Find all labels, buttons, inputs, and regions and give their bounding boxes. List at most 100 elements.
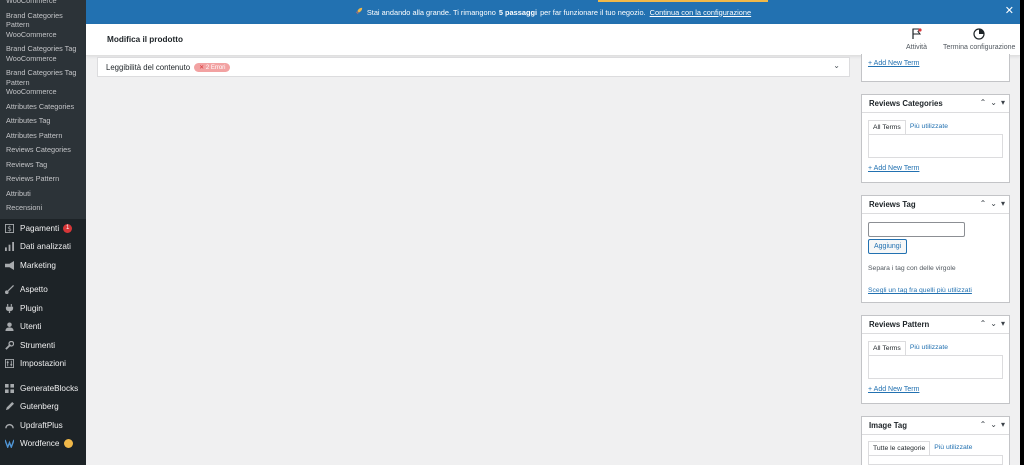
menu-item-utenti[interactable]: Utenti: [0, 318, 86, 337]
meta-box-previous: + Add New Term: [861, 54, 1010, 82]
meta-box-controls: ⌃ ⌄ ▾: [980, 319, 1005, 328]
submenu-item-woocommerce[interactable]: WooCommerce: [0, 0, 86, 8]
continue-setup-link[interactable]: Continua con la configurazione: [650, 8, 751, 17]
menu-item-dati-analizzati[interactable]: Dati analizzati: [0, 238, 86, 257]
finish-setup-button[interactable]: Termina configurazione: [943, 28, 1015, 51]
menu-label-dati-analizzati: Dati analizzati: [20, 242, 71, 252]
terms-checklist: [868, 134, 1003, 158]
wordfence-icon: [5, 439, 14, 449]
menu-label-utenti: Utenti: [20, 322, 42, 332]
page-title: Modifica il prodotto: [107, 35, 183, 44]
menu-item-impostazioni[interactable]: Impostazioni: [0, 355, 86, 374]
notice-text-prefix: Stai andando alla grande. Ti rimangono: [366, 7, 496, 17]
meta-box-reviews-tag: Reviews Tag ⌃ ⌄ ▾ Aggiungi Separa i tag co…: [861, 195, 1010, 303]
chevron-down-icon[interactable]: ⌄: [990, 319, 997, 328]
activity-button[interactable]: Attività: [906, 28, 927, 51]
updraft-icon: [5, 421, 14, 430]
chevron-down-icon[interactable]: ⌄: [990, 199, 997, 208]
caret-down-icon[interactable]: ▾: [1001, 98, 1005, 107]
add-new-term-link[interactable]: + Add New Term: [868, 165, 919, 172]
menu-label-marketing: Marketing: [20, 260, 56, 270]
submenu-item-brand-categories-tag-pattern[interactable]: Brand Categories Tag Pattern WooCommerce: [0, 66, 86, 100]
menu-label-gutenberg: Gutenberg: [20, 402, 59, 412]
menu-label-generateblocks: GenerateBlocks: [20, 383, 79, 393]
meta-box-reviews-categories: Reviews Categories ⌃ ⌄ ▾ All Terms Più uti…: [861, 94, 1010, 183]
tab-most-used[interactable]: Più utilizzate: [905, 120, 952, 134]
menu-item-aspetto[interactable]: Aspetto: [0, 281, 86, 300]
menu-item-gutenberg[interactable]: Gutenberg: [0, 398, 86, 417]
setup-notice-bar: Stai andando alla grande. Ti rimangono 5…: [86, 0, 1020, 24]
menu-item-marketing[interactable]: Marketing: [0, 256, 86, 275]
svg-text:$: $: [7, 224, 12, 233]
terms-checklist: [868, 355, 1003, 379]
chevron-up-icon[interactable]: ⌃: [980, 98, 987, 107]
flag-icon: [911, 28, 922, 44]
submenu-item-attributes-categories[interactable]: Attributes Categories: [0, 99, 86, 114]
error-x-icon: ✕: [199, 64, 205, 71]
tab-all-terms[interactable]: All Terms: [868, 341, 906, 355]
main-content: Stai andando alla grande. Ti rimangono 5…: [86, 0, 1020, 465]
pagamenti-count-badge: 1: [63, 223, 73, 233]
chevron-down-icon[interactable]: ⌄: [990, 420, 997, 429]
chevron-up-icon[interactable]: ⌃: [980, 319, 987, 328]
submenu-item-recensioni[interactable]: Recensioni: [0, 201, 86, 216]
sidebar-submenu: WooCommerce Brand Categories Pattern Woo…: [0, 0, 86, 219]
chevron-down-icon[interactable]: ⌄: [990, 98, 997, 107]
generateblocks-icon: [5, 383, 14, 393]
bar-chart-icon: [5, 242, 14, 252]
chevron-up-icon[interactable]: ⌃: [980, 199, 987, 208]
terms-tabs: All Terms Più utilizzate: [868, 341, 1003, 355]
add-new-term-link[interactable]: + Add New Term: [868, 60, 919, 67]
notice-text-suffix: per far funzionare il tuo negozio.: [540, 7, 646, 17]
add-new-term-link[interactable]: + Add New Term: [868, 386, 919, 393]
pencil-icon: [5, 402, 14, 411]
megaphone-icon: [5, 260, 14, 270]
scrollbar[interactable]: [1020, 0, 1024, 465]
tab-all-categories[interactable]: Tutte le categorie: [868, 441, 931, 455]
caret-down-icon[interactable]: ▾: [1001, 199, 1005, 208]
menu-item-plugin[interactable]: Plugin: [0, 299, 86, 318]
caret-down-icon[interactable]: ▾: [1001, 319, 1005, 328]
finish-setup-label: Termina configurazione: [943, 44, 1016, 51]
submenu-item-reviews-categories[interactable]: Reviews Categories: [0, 143, 86, 158]
menu-item-wordfence[interactable]: Wordfence: [0, 435, 86, 454]
settings-sliders-icon: [5, 359, 14, 369]
wordfence-alert-badge: [64, 439, 74, 449]
readability-panel[interactable]: Leggibilità del contenuto ✕ 2 Errori ⌄: [97, 57, 850, 77]
choose-popular-tags-link[interactable]: Scegli un tag fra quelli più utilizzati: [868, 287, 1003, 294]
tab-all-terms[interactable]: All Terms: [868, 120, 906, 134]
chevron-down-icon[interactable]: ⌄: [833, 61, 840, 70]
caret-down-icon[interactable]: ▾: [1001, 420, 1005, 429]
chevron-up-icon[interactable]: ⌃: [980, 420, 987, 429]
terms-tabs: Tutte le categorie Più utilizzate: [868, 441, 1003, 455]
submenu-item-brand-categories-tag[interactable]: Brand Categories Tag WooCommerce: [0, 42, 86, 66]
submenu-item-reviews-tag[interactable]: Reviews Tag: [0, 157, 86, 172]
meta-box-reviews-pattern: Reviews Pattern ⌃ ⌄ ▾ All Terms Più utiliz…: [861, 315, 1010, 404]
submenu-item-attributi[interactable]: Attributi: [0, 186, 86, 201]
rocket-icon: [355, 7, 363, 17]
menu-item-strumenti[interactable]: Strumenti: [0, 336, 86, 355]
submenu-item-reviews-pattern[interactable]: Reviews Pattern: [0, 172, 86, 187]
meta-box-header: Reviews Categories ⌃ ⌄ ▾: [862, 95, 1009, 113]
tab-most-used[interactable]: Più utilizzate: [930, 441, 977, 455]
add-tag-button[interactable]: Aggiungi: [868, 239, 908, 254]
paintbrush-icon: [5, 285, 14, 295]
errors-badge: ✕ 2 Errori: [194, 62, 231, 72]
menu-label-aspetto: Aspetto: [20, 285, 48, 295]
submenu-item-attributes-tag[interactable]: Attributes Tag: [0, 114, 86, 129]
menu-label-strumenti: Strumenti: [20, 340, 56, 350]
page-header: Modifica il prodotto Attività Termina co…: [86, 24, 1020, 56]
tab-most-used[interactable]: Più utilizzate: [905, 341, 952, 355]
tag-input[interactable]: [868, 222, 965, 237]
meta-box-controls: ⌃ ⌄ ▾: [980, 420, 1005, 429]
meta-box-header: Image Tag ⌃ ⌄ ▾: [862, 417, 1009, 435]
menu-item-updraftplus[interactable]: UpdraftPlus: [0, 416, 86, 435]
meta-box-title: Reviews Pattern: [869, 320, 930, 329]
menu-item-pagamenti[interactable]: $ Pagamenti 1: [0, 219, 86, 238]
submenu-item-attributes-pattern[interactable]: Attributes Pattern: [0, 128, 86, 143]
submenu-item-brand-categories-pattern[interactable]: Brand Categories Pattern WooCommerce: [0, 8, 86, 42]
menu-item-generateblocks[interactable]: GenerateBlocks: [0, 379, 86, 398]
meta-box-header: Reviews Pattern ⌃ ⌄ ▾: [862, 316, 1009, 334]
close-icon[interactable]: ✕: [1005, 5, 1014, 17]
terms-tabs: All Terms Più utilizzate: [868, 120, 1003, 134]
